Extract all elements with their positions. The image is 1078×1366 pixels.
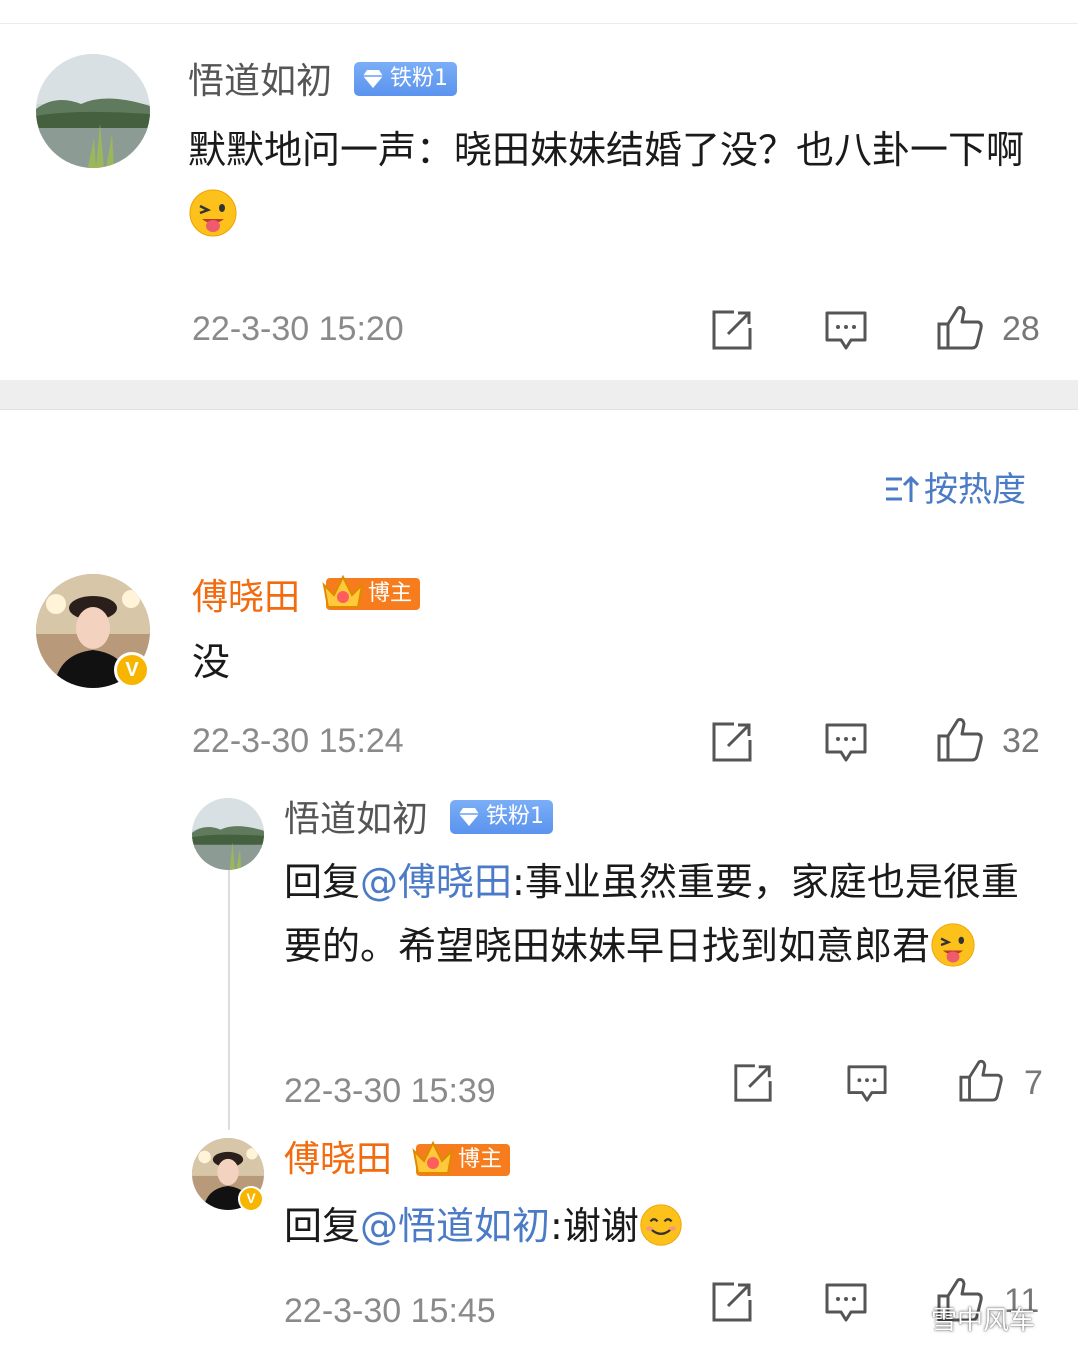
share-icon[interactable] bbox=[710, 720, 754, 764]
comment-icon[interactable] bbox=[824, 1282, 868, 1324]
username[interactable]: 傅晓田 bbox=[284, 1138, 392, 1182]
comment-text: 没 bbox=[192, 640, 231, 684]
verified-badge: V bbox=[238, 1186, 264, 1212]
username[interactable]: 悟道如初 bbox=[188, 60, 332, 104]
host-badge-label: 博主 bbox=[458, 1147, 503, 1172]
verified-badge: V bbox=[114, 652, 150, 688]
like-count: 32 bbox=[1002, 722, 1040, 760]
like-count: 7 bbox=[1024, 1064, 1043, 1102]
tongue-out-emoji bbox=[189, 189, 237, 236]
crown-icon bbox=[322, 574, 364, 608]
username[interactable]: 悟道如初 bbox=[284, 798, 428, 842]
diamond-icon bbox=[459, 808, 479, 826]
mention-link[interactable]: @傅晓田 bbox=[360, 860, 512, 904]
timestamp: 22-3-30 15:39 bbox=[284, 1072, 496, 1110]
share-icon[interactable] bbox=[710, 308, 754, 352]
host-badge[interactable]: 博主 bbox=[322, 574, 421, 610]
sort-icon bbox=[886, 475, 920, 502]
like-icon[interactable] bbox=[936, 304, 984, 350]
thread-line bbox=[228, 868, 230, 1130]
diamond-icon bbox=[363, 70, 383, 88]
watermark-label: 雪中风车 bbox=[931, 1306, 1036, 1336]
mention-link[interactable]: @悟道如初 bbox=[360, 1204, 550, 1248]
share-icon[interactable] bbox=[710, 1280, 754, 1324]
smile-emoji bbox=[640, 1203, 682, 1246]
fan-badge-label: 铁粉1 bbox=[390, 66, 448, 91]
fan-badge[interactable]: 铁粉1 bbox=[450, 800, 553, 834]
sort-label: 按热度 bbox=[924, 470, 1026, 510]
avatar[interactable] bbox=[36, 54, 150, 168]
tongue-out-emoji bbox=[931, 922, 975, 967]
comment-icon[interactable] bbox=[824, 722, 868, 764]
comment-icon[interactable] bbox=[824, 310, 868, 352]
crown-icon bbox=[412, 1140, 454, 1174]
host-badge-label: 博主 bbox=[368, 581, 413, 606]
timestamp: 22-3-30 15:45 bbox=[284, 1292, 496, 1330]
timestamp: 22-3-30 15:20 bbox=[192, 310, 404, 348]
like-icon[interactable] bbox=[958, 1058, 1004, 1102]
watermark: 雪中风车 bbox=[893, 1300, 1035, 1337]
timestamp: 22-3-30 15:24 bbox=[192, 722, 404, 760]
section-divider bbox=[0, 380, 1078, 410]
like-count: 28 bbox=[1002, 310, 1040, 348]
comment-icon[interactable] bbox=[846, 1064, 888, 1104]
host-badge[interactable]: 博主 bbox=[412, 1140, 511, 1176]
sort-button[interactable]: 按热度 bbox=[884, 468, 1026, 512]
reply-text: 回复@傅晓田:事业虽然重要，家庭也是很重要的。希望晓田妹妹早日找到如意郎君 bbox=[284, 860, 1019, 968]
username[interactable]: 傅晓田 bbox=[192, 576, 300, 620]
wechat-icon bbox=[893, 1307, 926, 1334]
share-icon[interactable] bbox=[732, 1062, 774, 1104]
avatar[interactable] bbox=[192, 798, 264, 870]
like-icon[interactable] bbox=[936, 716, 984, 762]
reply-text: 回复@悟道如初:谢谢 bbox=[284, 1194, 1024, 1258]
fan-badge[interactable]: 铁粉1 bbox=[354, 62, 457, 96]
fan-badge-label: 铁粉1 bbox=[486, 804, 544, 829]
comment-text: 默默地问一声：晓田妹妹结婚了没？也八卦一下啊 bbox=[188, 118, 1048, 246]
